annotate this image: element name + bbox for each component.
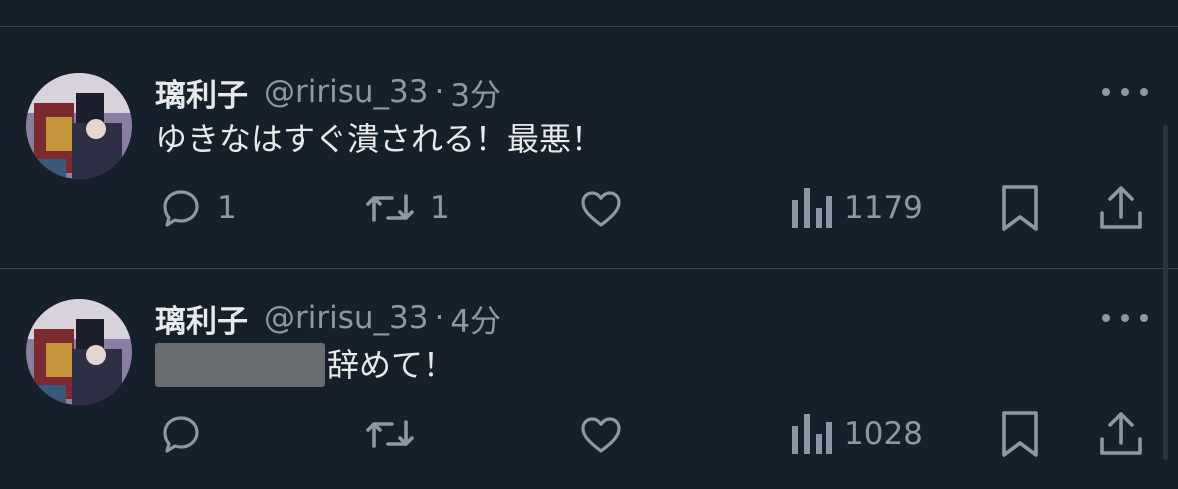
avatar[interactable]	[26, 73, 132, 179]
separator: ·	[434, 74, 445, 110]
bookmark-button[interactable]	[998, 183, 1042, 233]
bookmark-icon	[1002, 185, 1038, 231]
views-count: 1028	[844, 416, 923, 452]
views-button[interactable]: 1179	[788, 183, 923, 233]
reply-count: 1	[217, 190, 237, 226]
heart-icon	[581, 417, 621, 453]
tweet-text: 辞めて！	[155, 342, 455, 388]
retweet-icon	[366, 420, 414, 448]
analytics-icon	[792, 188, 832, 228]
tweet[interactable]: 璃利子 @ririsu_33 · 4分 辞めて！ 1028	[0, 253, 1178, 483]
share-button[interactable]	[1098, 409, 1144, 459]
redacted-text	[155, 343, 325, 387]
bookmark-button[interactable]	[998, 409, 1042, 459]
bookmark-icon	[1002, 411, 1038, 457]
share-button[interactable]	[1098, 183, 1144, 233]
analytics-icon	[792, 414, 832, 454]
views-count: 1179	[844, 190, 923, 226]
avatar[interactable]	[26, 299, 132, 405]
tweet-text-content: 辞めて！	[327, 346, 456, 384]
reply-button[interactable]: 1	[157, 183, 237, 233]
retweet-icon	[366, 194, 414, 222]
separator: ·	[434, 300, 445, 336]
reply-button[interactable]	[157, 409, 217, 459]
views-button[interactable]: 1028	[788, 409, 923, 459]
more-icon[interactable]	[1102, 82, 1148, 102]
author-handle[interactable]: @ririsu_33	[264, 74, 428, 110]
retweet-count: 1	[430, 190, 450, 226]
heart-icon	[581, 191, 621, 227]
more-icon[interactable]	[1102, 308, 1148, 328]
reply-icon	[163, 190, 199, 227]
scrollbar[interactable]	[1163, 125, 1168, 460]
reply-icon	[163, 416, 199, 453]
author-name[interactable]: 璃利子	[155, 70, 248, 115]
like-button[interactable]	[576, 409, 638, 459]
tweet-text: ゆきなはすぐ潰される！最悪！	[155, 116, 603, 162]
timestamp[interactable]: 3分	[450, 70, 501, 115]
tweet-text-content: ゆきなはすぐ潰される！最悪！	[155, 120, 604, 158]
timestamp[interactable]: 4分	[450, 296, 501, 341]
like-button[interactable]	[576, 183, 638, 233]
retweet-button[interactable]	[362, 409, 430, 459]
tweet-header: 璃利子 @ririsu_33 · 3分	[155, 70, 501, 115]
author-name[interactable]: 璃利子	[155, 296, 248, 341]
author-handle[interactable]: @ririsu_33	[264, 300, 428, 336]
share-icon	[1100, 412, 1142, 455]
share-icon	[1100, 186, 1142, 229]
retweet-button[interactable]: 1	[362, 183, 450, 233]
timeline: 璃利子 @ririsu_33 · 3分 ゆきなはすぐ潰される！最悪！ 1 1 1…	[0, 0, 1178, 489]
tweet[interactable]: 璃利子 @ririsu_33 · 3分 ゆきなはすぐ潰される！最悪！ 1 1 1…	[0, 27, 1178, 257]
tweet-header: 璃利子 @ririsu_33 · 4分	[155, 296, 501, 341]
